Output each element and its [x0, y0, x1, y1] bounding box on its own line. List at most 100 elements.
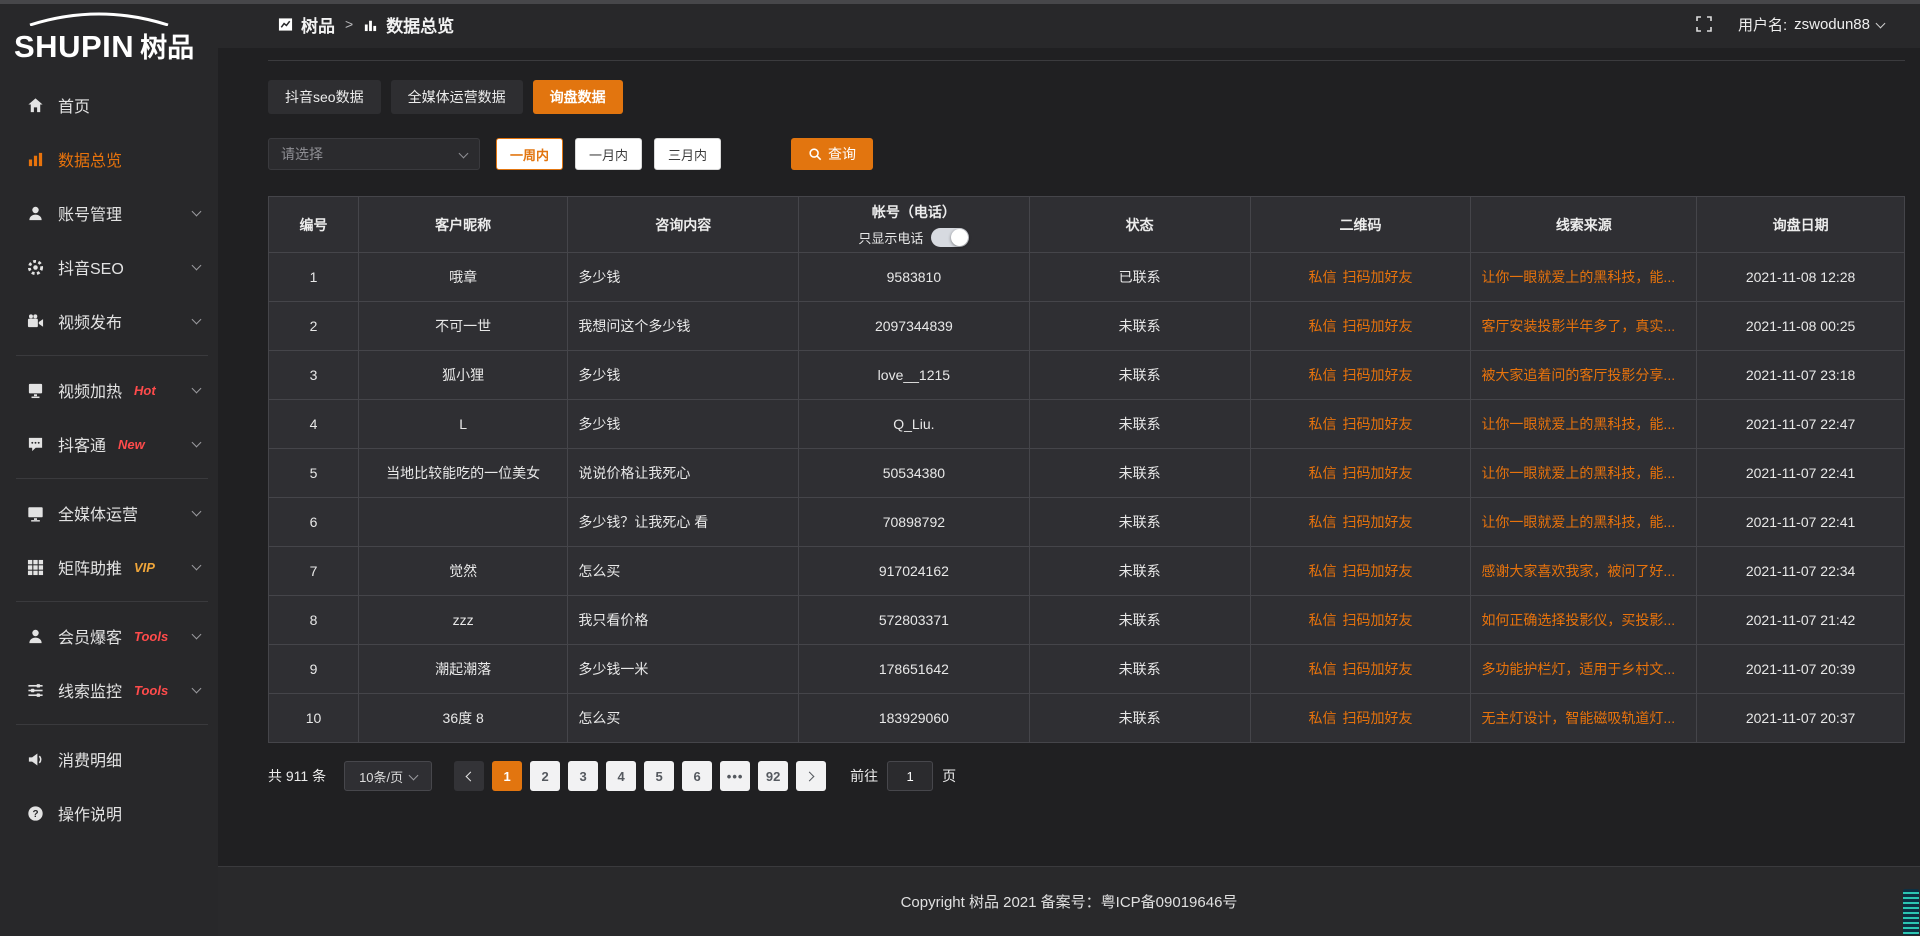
- page-button-3[interactable]: 3: [568, 761, 598, 791]
- sidebar-item-label: 抖客通: [58, 432, 106, 456]
- sidebar-item-member-burst[interactable]: 会员爆客Tools: [0, 609, 218, 663]
- cell-id: 5: [269, 449, 359, 498]
- source-link[interactable]: 无主灯设计，智能磁吸轨道灯...: [1481, 710, 1675, 726]
- breadcrumb-current: 数据总览: [386, 12, 454, 37]
- cell-qr: 私信扫码加好友: [1250, 645, 1471, 694]
- qr-link[interactable]: 私信: [1309, 465, 1337, 481]
- next-page-button[interactable]: [796, 761, 826, 791]
- range-buttons: 一周内一月内三月内: [480, 138, 721, 170]
- tab-omni-media-data[interactable]: 全媒体运营数据: [391, 80, 523, 114]
- page-button-1[interactable]: 1: [492, 761, 522, 791]
- sidebar-divider: [16, 478, 208, 479]
- sidebar-item-badge: Tools: [134, 683, 168, 698]
- sidebar-item-omni-media[interactable]: 全媒体运营: [0, 486, 218, 540]
- qr-link[interactable]: 私信: [1309, 514, 1337, 530]
- sidebar-item-video-publish[interactable]: 视频发布: [0, 294, 218, 348]
- cell-account: 50534380: [799, 449, 1030, 498]
- page-button-92[interactable]: 92: [758, 761, 788, 791]
- chevron-down-icon: [192, 438, 202, 448]
- source-link[interactable]: 让你一眼就爱上的黑科技，能...: [1481, 514, 1675, 530]
- sidebar-item-consumption-detail[interactable]: 消费明细: [0, 732, 218, 786]
- page-button-5[interactable]: 5: [644, 761, 674, 791]
- sidebar-item-instructions[interactable]: ?操作说明: [0, 786, 218, 840]
- source-link[interactable]: 多功能护栏灯，适用于乡村文...: [1481, 661, 1675, 677]
- sidebar-item-clue-monitor[interactable]: 线索监控Tools: [0, 663, 218, 717]
- qr-link[interactable]: 私信: [1309, 612, 1337, 628]
- cell-account: 70898792: [799, 498, 1030, 547]
- cell-content: 多少钱？让我死心 看: [568, 498, 799, 547]
- cell-status: 未联系: [1029, 498, 1250, 547]
- breadcrumb-root[interactable]: 树品: [301, 12, 335, 37]
- sidebar-item-video-heating[interactable]: 视频加热Hot: [0, 363, 218, 417]
- cell-status: 未联系: [1029, 645, 1250, 694]
- member-icon: [26, 627, 44, 645]
- sidebar-item-data-overview[interactable]: 数据总览: [0, 132, 218, 186]
- qr-link[interactable]: 扫码加好友: [1343, 710, 1413, 726]
- qr-link[interactable]: 扫码加好友: [1343, 563, 1413, 579]
- footer: Copyright 树品 2021 备案号：粤ICP备09019646号: [218, 866, 1920, 936]
- range-button-three-months[interactable]: 三月内: [654, 138, 721, 170]
- fullscreen-icon[interactable]: [1696, 16, 1712, 32]
- sidebar-item-home[interactable]: 首页: [0, 78, 218, 132]
- qr-link[interactable]: 扫码加好友: [1343, 612, 1413, 628]
- tab-inquiry-data[interactable]: 询盘数据: [533, 80, 623, 114]
- cell-source: 让你一眼就爱上的黑科技，能...: [1471, 400, 1697, 449]
- qr-link[interactable]: 扫码加好友: [1343, 514, 1413, 530]
- source-link[interactable]: 客厅安装投影半年多了，真实...: [1481, 318, 1675, 334]
- qr-link[interactable]: 扫码加好友: [1343, 416, 1413, 432]
- cell-status: 已联系: [1029, 253, 1250, 302]
- qr-link[interactable]: 私信: [1309, 563, 1337, 579]
- qr-link[interactable]: 私信: [1309, 318, 1337, 334]
- chevron-right-icon: [805, 771, 815, 781]
- user-label: 用户名:: [1738, 14, 1787, 35]
- qr-link[interactable]: 私信: [1309, 416, 1337, 432]
- qr-link[interactable]: 私信: [1309, 269, 1337, 285]
- col-nickname: 客户昵称: [358, 197, 567, 253]
- sidebar-item-matrix-boost[interactable]: 矩阵助推VIP: [0, 540, 218, 594]
- range-button-one-week[interactable]: 一周内: [496, 138, 563, 170]
- cell-content: 多少钱: [568, 400, 799, 449]
- sidebar-item-douketong[interactable]: 抖客通New: [0, 417, 218, 471]
- qr-link[interactable]: 扫码加好友: [1343, 367, 1413, 383]
- cell-date: 2021-11-08 12:28: [1697, 253, 1905, 302]
- range-button-one-month[interactable]: 一月内: [575, 138, 642, 170]
- user-menu[interactable]: 用户名: zswodun88: [1738, 14, 1884, 35]
- source-link[interactable]: 如何正确选择投影仪，买投影...: [1481, 612, 1675, 628]
- cell-qr: 私信扫码加好友: [1250, 596, 1471, 645]
- qr-link[interactable]: 私信: [1309, 367, 1337, 383]
- phone-toggle[interactable]: [931, 228, 969, 247]
- filter-select[interactable]: 请选择: [268, 138, 480, 170]
- qr-link[interactable]: 私信: [1309, 710, 1337, 726]
- sidebar-item-douyin-seo[interactable]: 抖音SEO: [0, 240, 218, 294]
- qr-link[interactable]: 扫码加好友: [1343, 269, 1413, 285]
- qr-link[interactable]: 扫码加好友: [1343, 661, 1413, 677]
- page-size-select[interactable]: 10条/页: [344, 761, 432, 791]
- page-button-6[interactable]: 6: [682, 761, 712, 791]
- sidebar-item-label: 视频发布: [58, 309, 122, 333]
- prev-page-button[interactable]: [454, 761, 484, 791]
- cell-nickname: 36度 8: [358, 694, 567, 743]
- page-button-2[interactable]: 2: [530, 761, 560, 791]
- search-button[interactable]: 查询: [791, 138, 873, 170]
- column-header-label: 帐号（电话）: [807, 202, 1021, 222]
- tab-douyin-seo-data[interactable]: 抖音seo数据: [268, 80, 381, 114]
- source-link[interactable]: 感谢大家喜欢我家，被问了好...: [1481, 563, 1675, 579]
- qr-link[interactable]: 私信: [1309, 661, 1337, 677]
- page-ellipsis[interactable]: •••: [720, 761, 750, 791]
- qr-link[interactable]: 扫码加好友: [1343, 465, 1413, 481]
- page-button-4[interactable]: 4: [606, 761, 636, 791]
- source-link[interactable]: 被大家追着问的客厅投影分享...: [1481, 367, 1675, 383]
- cell-id: 3: [269, 351, 359, 400]
- chevron-down-icon: [192, 207, 202, 217]
- sidebar-item-account-management[interactable]: 账号管理: [0, 186, 218, 240]
- cell-content: 怎么买: [568, 547, 799, 596]
- source-link[interactable]: 让你一眼就爱上的黑科技，能...: [1481, 269, 1675, 285]
- chevron-down-icon: [192, 561, 202, 571]
- source-link[interactable]: 让你一眼就爱上的黑科技，能...: [1481, 416, 1675, 432]
- source-link[interactable]: 让你一眼就爱上的黑科技，能...: [1481, 465, 1675, 481]
- qr-link[interactable]: 扫码加好友: [1343, 318, 1413, 334]
- sidebar-item-label: 数据总览: [58, 147, 122, 171]
- goto-page-input[interactable]: [887, 761, 933, 791]
- gear-icon: [26, 258, 44, 276]
- cell-account: 9583810: [799, 253, 1030, 302]
